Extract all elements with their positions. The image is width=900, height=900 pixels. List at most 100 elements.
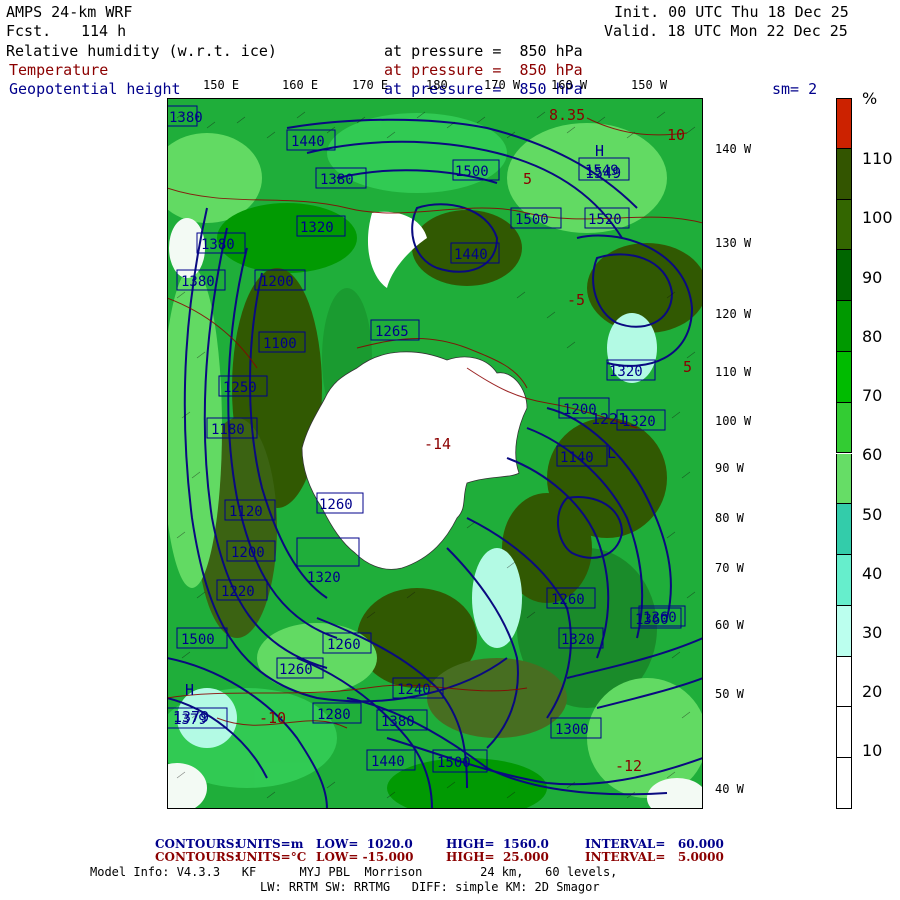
height-label: 1260 [551, 592, 585, 608]
lon-label: 60 W [715, 618, 744, 632]
height-label: 1380 [381, 714, 415, 730]
colorbar [836, 98, 852, 809]
temperature-label: -12 [615, 757, 642, 775]
height-label: 1500 [437, 755, 471, 771]
field-rh-name: Relative humidity (w.r.t. ice) [6, 42, 277, 60]
colorbar-tick: 100 [862, 208, 893, 227]
smoothing-label: sm= 2 [772, 80, 818, 98]
lon-label: 100 W [715, 414, 752, 428]
colorbar-swatch [836, 707, 852, 759]
map-panel: 1440 1380 1500 1520 1380 1320 1200 1380 … [167, 98, 703, 809]
height-label: 1320 [300, 220, 334, 236]
model-title: AMPS 24-km WRF [6, 3, 133, 21]
colorbar-tick: 80 [862, 327, 883, 346]
model-info-physics: LW: RRTM SW: RRTMG DIFF: simple KM: 2D S… [260, 880, 600, 894]
field-rh-pressure: at pressure = 850 hPa [384, 42, 583, 60]
colorbar-swatch [836, 301, 852, 352]
lon-label: 150 W [631, 78, 668, 92]
contours-height-units: UNITS=m [236, 837, 304, 851]
height-label: 1260 [319, 497, 353, 513]
lon-label: 70 W [715, 561, 744, 575]
height-label: 1380 [181, 274, 215, 290]
high-center-value: 1549 [585, 164, 621, 182]
valid-time: Valid. 18 UTC Mon 22 Dec 25 [604, 22, 848, 40]
height-label: 1280 [317, 707, 351, 723]
high-center-letter: H [185, 681, 194, 699]
lon-label: 120 W [715, 307, 752, 321]
height-label: 1250 [223, 380, 257, 396]
height-label: 1260 [279, 662, 313, 678]
temperature-label: 5 [523, 170, 532, 188]
lon-label: 40 W [715, 782, 744, 796]
lon-label: 170 W [484, 78, 521, 92]
lon-label: 130 W [715, 236, 752, 250]
colorbar-swatch [836, 453, 852, 505]
colorbar-swatch [836, 98, 852, 149]
height-label: 1320 [561, 632, 595, 648]
colorbar-tick: 70 [862, 386, 883, 405]
contours-temp-interval: INTERVAL= 5.0000 [585, 850, 724, 864]
height-label: 1520 [588, 212, 622, 228]
low-center-value: 1221 [591, 410, 627, 428]
colorbar-swatch [836, 250, 852, 302]
height-label: 1320 [307, 570, 341, 586]
colorbar-tick: 10 [862, 741, 883, 760]
height-label: 1500 [455, 164, 489, 180]
height-label: 1500 [515, 212, 549, 228]
colorbar-swatch [836, 402, 852, 454]
contours-height-high: HIGH= 1560.0 [446, 837, 549, 851]
contours-temp-label: CONTOURS: [155, 850, 239, 864]
colorbar-swatch [836, 148, 852, 200]
lon-label: 170 E [352, 78, 389, 92]
height-label: 1265 [375, 324, 409, 340]
colorbar-swatch [836, 351, 852, 403]
temperature-label: 5 [683, 358, 692, 376]
high-center-letter: H [595, 142, 604, 160]
colorbar-tick: 20 [862, 682, 883, 701]
colorbar-tick: 50 [862, 505, 883, 524]
colorbar-tick: 30 [862, 623, 883, 642]
field-temp-pressure: at pressure = 850 hPa [384, 61, 583, 79]
forecast-label: Fcst. [6, 22, 52, 40]
field-height-name: Geopotential height [9, 80, 181, 98]
contours-height-interval: INTERVAL= 60.000 [585, 837, 724, 851]
height-label: 1500 [181, 632, 215, 648]
temperature-label: 8.35 [549, 106, 585, 124]
height-label: 1440 [454, 247, 488, 263]
height-label: 1220 [221, 584, 255, 600]
colorbar-swatch [836, 605, 852, 657]
height-label: 1380 [169, 110, 203, 126]
lon-label: 80 W [715, 511, 744, 525]
height-label: 1380 [201, 237, 235, 253]
height-label: 1200 [231, 545, 265, 561]
colorbar-swatch [836, 758, 852, 809]
lon-label: 180 [426, 78, 448, 92]
lon-label: 160 E [282, 78, 319, 92]
contours-height-low: LOW= 1020.0 [316, 837, 413, 851]
init-time: Init. 00 UTC Thu 18 Dec 25 [614, 3, 849, 21]
height-label: 1240 [397, 682, 431, 698]
height-label: 1100 [263, 336, 297, 352]
high-center-value: 1379 [173, 708, 209, 726]
height-label: 1260 [327, 637, 361, 653]
model-info: Model Info: V4.3.3 KF MYJ PBL Morrison 2… [90, 865, 618, 879]
field-temp-name: Temperature [9, 61, 109, 79]
colorbar-swatch [836, 555, 852, 606]
colorbar-tick: 110 [862, 149, 893, 168]
height-label: 1360 [643, 610, 677, 626]
contours-temp-low: LOW= -15.000 [316, 850, 414, 864]
height-label: 1320 [609, 364, 643, 380]
lon-label: 110 W [715, 365, 752, 379]
colorbar-tick: 90 [862, 268, 883, 287]
contours-temp-high: HIGH= 25.000 [446, 850, 549, 864]
height-label: 1300 [555, 722, 589, 738]
lon-label: 140 W [715, 142, 752, 156]
colorbar-swatch [836, 199, 852, 251]
contours-height-label: CONTOURS: [155, 837, 239, 851]
lon-label: 50 W [715, 687, 744, 701]
lon-label: 150 E [203, 78, 240, 92]
contours-temp-units: UNITS=°C [236, 850, 307, 864]
low-center-letter: L [607, 444, 616, 462]
colorbar-tick: 60 [862, 445, 883, 464]
temperature-label: -10 [259, 709, 286, 727]
